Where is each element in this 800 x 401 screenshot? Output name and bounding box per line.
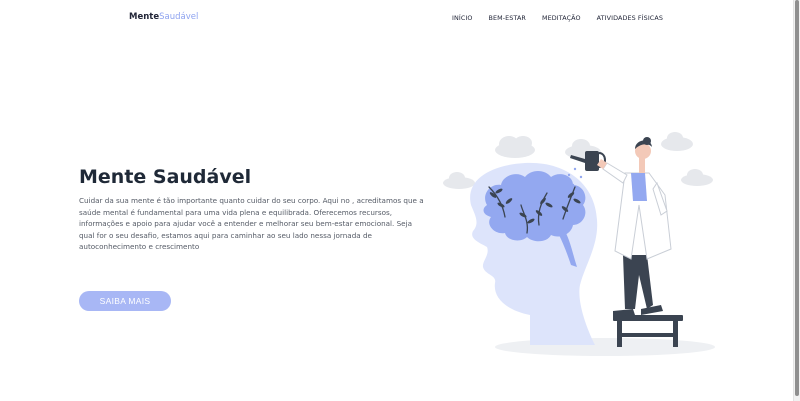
cloud-right bbox=[661, 132, 693, 151]
scrollbar-thumb[interactable] bbox=[795, 0, 799, 396]
logo-text-primary: Mente bbox=[129, 12, 160, 22]
person bbox=[597, 137, 672, 317]
logo-text-accent: Saudável bbox=[159, 12, 199, 22]
nav-link-atividades-fisicas[interactable]: ATIVIDADES FÍSICAS bbox=[597, 14, 663, 22]
site-logo[interactable]: MenteSaudável bbox=[129, 12, 198, 22]
mental-health-illustration bbox=[443, 132, 715, 356]
cloud-far-right bbox=[681, 169, 713, 186]
main-nav: INÍCIO BEM-ESTAR MEDITAÇÃO ATIVIDADES FÍ… bbox=[452, 14, 663, 22]
cloud-far-left bbox=[443, 172, 475, 189]
nav-link-meditacao[interactable]: MEDITAÇÃO bbox=[542, 14, 581, 22]
nav-link-inicio[interactable]: INÍCIO bbox=[452, 14, 473, 22]
page: MenteSaudável INÍCIO BEM-ESTAR MEDITAÇÃO… bbox=[0, 0, 793, 401]
cloud-left bbox=[495, 136, 535, 158]
nav-link-bem-estar[interactable]: BEM-ESTAR bbox=[489, 14, 526, 22]
ground-shadow bbox=[495, 338, 715, 356]
hero-description: Cuidar da sua mente é tão importante qua… bbox=[79, 196, 424, 252]
saiba-mais-button[interactable]: SAIBA MAIS bbox=[79, 291, 171, 311]
hero-title: Mente Saudável bbox=[79, 166, 252, 188]
vertical-scrollbar[interactable] bbox=[793, 0, 800, 401]
